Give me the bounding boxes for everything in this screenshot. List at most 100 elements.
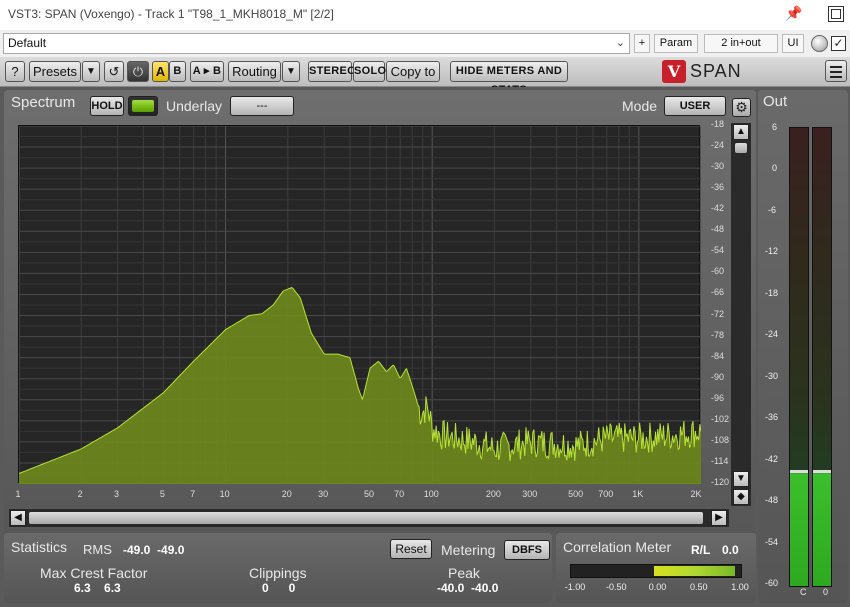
correlation-tick-label: 0.50 (689, 582, 708, 592)
frequency-tick-label: 10 (219, 489, 230, 499)
presets-dropdown-icon[interactable]: ▼ (82, 61, 100, 82)
spectrum-graph (19, 126, 701, 484)
db-tick-label: -78 (711, 329, 725, 340)
gear-icon[interactable]: ⚙ (732, 98, 751, 117)
db-tick-label: -114 (711, 455, 729, 466)
scroll-fit-icon[interactable]: ◆ (733, 489, 749, 505)
bypass-icon[interactable]: ⏻ (127, 61, 149, 82)
frequency-tick-label: 70 (394, 489, 405, 499)
brand-name: SPAN (690, 61, 742, 81)
frequency-tick-label: 50 (363, 489, 375, 499)
hide-meters-button[interactable]: HIDE METERS AND STATS (450, 61, 568, 96)
reset-button[interactable]: Reset (390, 539, 432, 559)
correlation-title: Correlation Meter (563, 539, 672, 555)
frequency-tick-label: 200 (485, 489, 501, 499)
window-titlebar: VST3: SPAN (Voxengo) - Track 1 "T98_1_MK… (0, 0, 850, 30)
db-tick-label: -18 (711, 119, 725, 129)
vertical-scroll-thumb[interactable] (735, 143, 747, 153)
solo-button[interactable]: SOLO (353, 61, 386, 82)
vertical-scrollbar[interactable]: ▲ ▼ ◆ (731, 123, 751, 506)
io-config-button[interactable]: 2 in+out (704, 34, 778, 53)
mode-select[interactable]: USER (664, 96, 726, 116)
underlay-select[interactable]: --- (230, 96, 294, 116)
hold-led-toggle[interactable] (128, 96, 158, 116)
scroll-left-icon[interactable]: ◀ (10, 510, 26, 526)
spectrum-plot[interactable] (18, 125, 701, 484)
preset-a-button[interactable]: A (152, 61, 169, 82)
routing-dropdown-icon[interactable]: ▼ (282, 61, 300, 82)
db-tick-label: -24 (711, 140, 725, 151)
db-tick-label: -90 (711, 371, 725, 382)
horizontal-scrollbar[interactable]: ◀ ▶ (9, 509, 729, 527)
out-tick-label: -24 (765, 329, 779, 340)
peak-label: Peak (448, 565, 480, 581)
out-channel-right-label: 0 (823, 587, 829, 597)
pin-icon[interactable]: 📌 (785, 5, 802, 22)
preset-b-button[interactable]: B (169, 61, 186, 82)
db-tick-label: -84 (711, 350, 725, 361)
peak-values: -40.0 -40.0 (437, 581, 499, 595)
add-preset-button[interactable]: + (634, 34, 650, 53)
hamburger-menu-icon[interactable] (825, 60, 847, 82)
out-title: Out (763, 93, 788, 110)
frequency-tick-label: 3 (114, 489, 120, 499)
statistics-panel: Statistics RMS -49.0 -49.0 Reset Meterin… (4, 533, 552, 603)
frequency-tick-label: 1 (15, 489, 21, 499)
rms-label: RMS (83, 542, 112, 557)
mode-label: Mode (622, 98, 658, 114)
rl-value: 0.0 (722, 543, 739, 557)
db-tick-label: -72 (711, 308, 725, 319)
scroll-down-icon[interactable]: ▼ (733, 471, 749, 487)
copy-a-to-b-button[interactable]: A ▸ B (190, 61, 224, 82)
routing-button[interactable]: Routing (228, 61, 281, 82)
copy-to-button[interactable]: Copy to (386, 61, 440, 82)
frequency-tick-label: 500 (568, 489, 584, 499)
undo-icon[interactable]: ↺ (104, 61, 124, 82)
host-preset-select[interactable]: Default ⌄ (3, 33, 630, 54)
db-tick-label: -66 (711, 287, 725, 298)
correlation-bar (570, 564, 742, 578)
frequency-tick-label: 20 (281, 489, 292, 499)
presets-button[interactable]: Presets (29, 61, 81, 82)
metering-label: Metering (441, 542, 496, 558)
out-tick-label: -54 (765, 536, 779, 547)
scroll-right-icon[interactable]: ▶ (711, 510, 727, 526)
window-toggle-icon[interactable] (828, 6, 844, 22)
out-tick-label: -42 (765, 453, 779, 464)
out-tick-label: -60 (765, 578, 779, 588)
scroll-up-icon[interactable]: ▲ (733, 124, 749, 140)
ui-button[interactable]: UI (782, 34, 804, 53)
out-tick-label: -36 (765, 412, 779, 423)
db-tick-label: -48 (711, 224, 725, 235)
correlation-tick-label: -1.00 (564, 582, 586, 592)
out-meter-left (789, 127, 809, 587)
spectrum-area (19, 287, 701, 484)
enable-checkbox[interactable]: ✓ (831, 36, 846, 51)
hold-button[interactable]: HOLD (90, 96, 124, 116)
stereo-button[interactable]: STEREO (308, 61, 356, 82)
wet-dry-knob[interactable] (811, 35, 828, 52)
param-button[interactable]: Param (654, 34, 698, 53)
db-tick-label: -96 (711, 392, 725, 403)
horizontal-scroll-thumb[interactable] (29, 512, 703, 524)
correlation-fill (654, 566, 735, 576)
host-bar: Default ⌄ + Param 2 in+out UI ✓ (0, 30, 850, 57)
frequency-tick-label: 700 (598, 489, 614, 499)
db-tick-label: -30 (711, 161, 725, 172)
out-peak-marker (790, 470, 808, 473)
out-tick-label: -30 (765, 370, 779, 381)
underlay-label: Underlay (166, 98, 223, 114)
out-tick-label: -18 (765, 287, 779, 298)
frequency-tick-label: 7 (190, 489, 196, 499)
rl-label: R/L (691, 543, 711, 557)
help-button[interactable]: ? (5, 61, 25, 82)
metering-select[interactable]: DBFS (504, 540, 550, 560)
correlation-tick-label: 1.00 (731, 582, 749, 592)
statistics-title: Statistics (11, 539, 68, 555)
out-tick-label: -12 (765, 246, 779, 257)
rms-values: -49.0 -49.0 (123, 543, 185, 557)
max-crest-label: Max Crest Factor (40, 565, 148, 581)
db-tick-label: -60 (711, 266, 725, 277)
out-channel-left-label: C (800, 587, 807, 597)
frequency-tick-label: 1K (632, 489, 644, 499)
